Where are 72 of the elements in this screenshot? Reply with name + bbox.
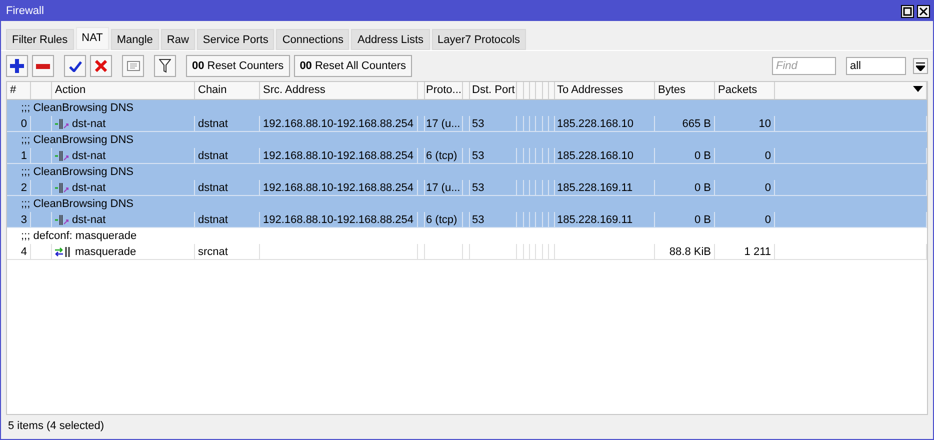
rule-comment: ;;; CleanBrowsing DNS [7, 196, 927, 212]
dst-nat-icon [55, 118, 69, 128]
table-cell: dstnat [195, 212, 260, 228]
column-header[interactable]: Chain [195, 82, 260, 99]
status-text: 5 items (4 selected) [7, 419, 105, 434]
note-icon [126, 61, 140, 71]
table-cell: 53 [469, 212, 517, 228]
column-header[interactable]: # [7, 82, 31, 99]
dst-nat-icon [55, 150, 69, 160]
table-cell: dst-nat [72, 116, 106, 130]
arrow-down-icon [916, 62, 925, 70]
minus-icon [36, 64, 50, 68]
row-number: 3 [7, 212, 31, 228]
tab[interactable]: Address Lists [351, 29, 430, 50]
tab[interactable]: Filter Rules [6, 29, 74, 50]
table-cell: 192.168.88.10-192.168.88.254 [260, 212, 418, 228]
table-cell: 185.228.169.11 [554, 212, 655, 228]
table-cell: masquerade [75, 244, 136, 258]
add-button[interactable] [6, 55, 28, 77]
table-row[interactable]: 1 dst-nat dstnat 192.168.88.10-192.168.88.254 6 (tcp) 53 185.228.168.10 0 B 0 [7, 148, 927, 164]
tab[interactable]: Connections [276, 29, 350, 50]
toolbar-button[interactable]: 00 Reset All Counters [294, 55, 412, 77]
masquerade-icon [55, 246, 72, 256]
tab[interactable]: NAT [76, 27, 109, 50]
column-header[interactable]: Action [52, 82, 195, 99]
rule-comment: ;;; CleanBrowsing DNS [7, 164, 927, 180]
funnel-icon [159, 59, 171, 73]
dst-nat-icon [55, 182, 69, 192]
column-header[interactable]: Proto... [423, 82, 463, 99]
table-row[interactable]: 2 dst-nat dstnat 192.168.88.10-192.168.88.254 17 (u... 53 185.228.169.11 0 B 0 [7, 180, 927, 196]
table-cell: dst-nat [72, 212, 106, 226]
checkmark-icon [68, 60, 82, 72]
table-cell: dst-nat [72, 180, 106, 194]
table-cell: 1 211 [715, 244, 775, 260]
column-header[interactable]: Packets [715, 82, 775, 99]
enable-button[interactable] [64, 55, 86, 77]
column-header[interactable]: Src. Address [260, 82, 418, 99]
table-row[interactable]: 3 dst-nat dstnat 192.168.88.10-192.168.88.254 6 (tcp) 53 185.228.169.11 0 B 0 [7, 212, 927, 228]
table-cell: 88.8 KiB [655, 244, 715, 260]
table-cell: 6 (tcp) [423, 212, 463, 228]
close-button[interactable] [917, 4, 930, 18]
column-header[interactable]: Bytes [655, 82, 715, 99]
filter-button[interactable] [154, 55, 176, 77]
table-cell: srcnat [195, 244, 260, 260]
rule-comment: ;;; defconf: masquerade [20, 229, 138, 244]
table-cell: dst-nat [72, 148, 106, 162]
disable-button[interactable] [90, 55, 112, 77]
column-menu-icon[interactable] [913, 86, 923, 92]
x-icon [95, 60, 107, 72]
remove-button[interactable] [32, 55, 54, 77]
tab[interactable]: Raw [160, 29, 195, 50]
plus-icon [10, 59, 24, 73]
filter-select[interactable]: all [846, 57, 906, 75]
rule-comment: ;;; CleanBrowsing DNS [7, 100, 927, 116]
dst-nat-icon [55, 214, 69, 224]
rule-comment: ;;; CleanBrowsing DNS [7, 132, 927, 148]
search-field[interactable]: Find [772, 57, 836, 75]
column-header[interactable]: To Addresses [554, 82, 655, 99]
column-header[interactable]: Dst. Port [469, 82, 517, 99]
row-number: 4 [7, 244, 31, 260]
table-row[interactable]: 0 dst-nat dstnat 192.168.88.10-192.168.88.254 17 (u... 53 185.228.168.10 665 B 10 [7, 116, 927, 132]
table-cell: 0 [715, 212, 775, 228]
tab[interactable]: Layer7 Protocols [432, 29, 526, 50]
tab[interactable]: Service Ports [196, 29, 274, 50]
table-cell: 0 B [655, 212, 715, 228]
table-row[interactable]: 4 masquerade srcnat 88.8 KiB 1 211 [7, 244, 927, 260]
comment-button[interactable] [122, 55, 144, 77]
toolbar-button[interactable]: 00 Reset Counters [186, 55, 290, 77]
tab[interactable]: Mangle [110, 29, 159, 50]
maximize-button[interactable] [901, 4, 914, 18]
dropdown-button[interactable] [913, 58, 928, 74]
window-title: Firewall [6, 5, 45, 17]
